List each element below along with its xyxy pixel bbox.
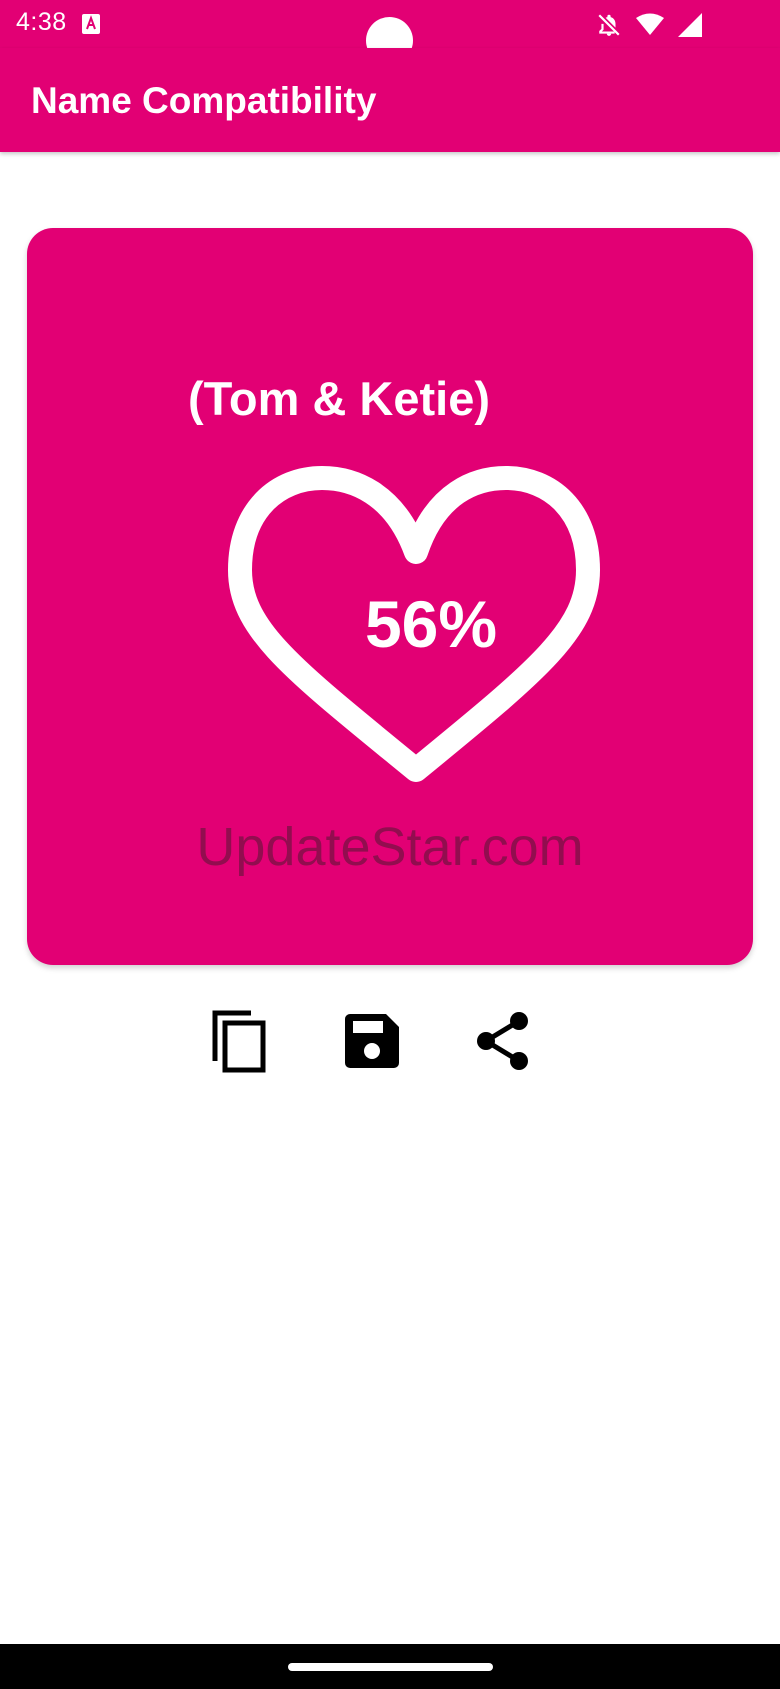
system-nav-bar — [0, 1644, 780, 1689]
status-time: 4:38 — [16, 8, 67, 36]
watermark: UpdateStar.com — [196, 817, 584, 877]
cell-signal-icon — [678, 13, 702, 42]
copy-icon — [211, 1009, 269, 1078]
status-icons — [596, 12, 702, 43]
wifi-icon — [636, 13, 664, 42]
save-icon — [345, 1013, 399, 1073]
save-button[interactable] — [337, 1008, 407, 1078]
text-a-icon — [82, 14, 100, 39]
status-bar: 4:38 — [0, 0, 780, 64]
app-title: Name Compatibility — [31, 80, 377, 121]
share-button[interactable] — [468, 1008, 538, 1078]
copy-button[interactable] — [205, 1008, 275, 1078]
app-bar: Name Compatibility — [0, 48, 780, 152]
home-gesture-handle[interactable] — [288, 1663, 493, 1671]
share-icon — [475, 1011, 531, 1076]
action-bar — [0, 1008, 780, 1078]
compatibility-percent: 56% — [364, 587, 498, 661]
notifications-off-icon — [596, 12, 622, 43]
result-card: (Tom & Ketie) 56% UpdateStar.com — [27, 228, 753, 965]
couple-names: (Tom & Ketie) — [187, 372, 490, 425]
